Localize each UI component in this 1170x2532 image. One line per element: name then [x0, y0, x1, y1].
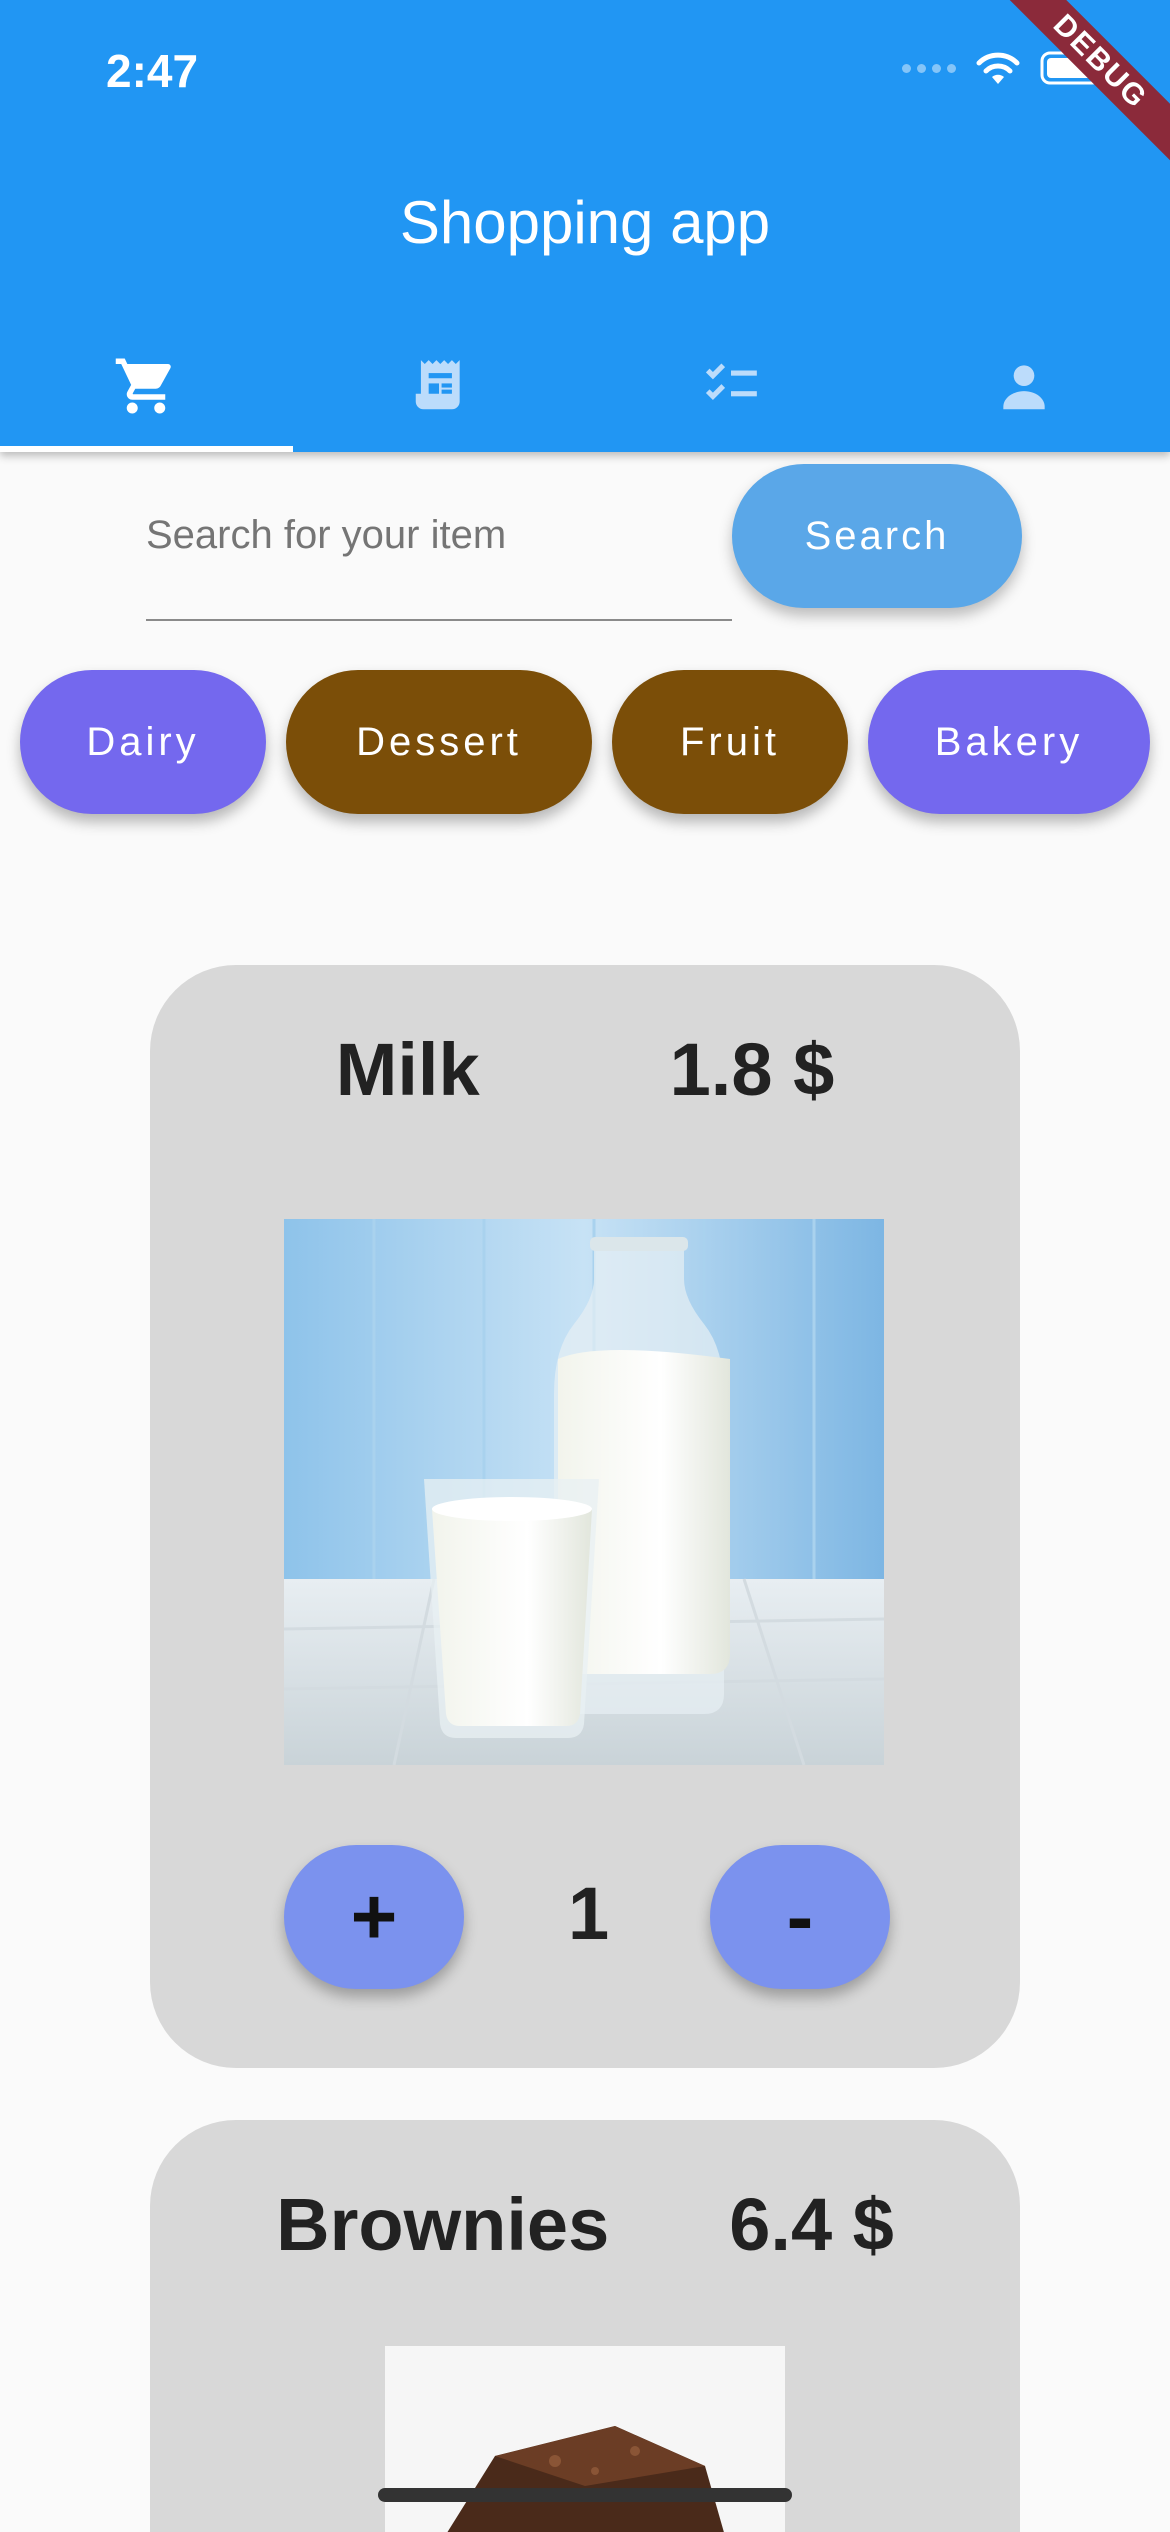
product-name: Milk [335, 1028, 480, 1111]
person-icon [1003, 365, 1045, 410]
increment-button[interactable]: + [284, 1845, 464, 1989]
status-time: 2:47 [106, 45, 199, 97]
chip-dairy[interactable]: Dairy [20, 670, 266, 814]
product-price: 6.4 $ [729, 2183, 894, 2266]
chip-bakery[interactable]: Bakery [868, 670, 1150, 814]
cart-icon [116, 358, 172, 414]
category-chips: Dairy Dessert Fruit Bakery [0, 670, 1170, 814]
wifi-icon [976, 52, 1020, 84]
tab-shop[interactable] [0, 320, 293, 452]
checklist-icon [706, 363, 758, 400]
product-price: 1.8 $ [669, 1028, 835, 1111]
chip-dessert[interactable]: Dessert [286, 670, 592, 814]
tab-bar [0, 320, 1170, 452]
cellular-signal-icon [902, 63, 956, 73]
product-card: Milk 1.8 $ + 1 - [150, 965, 1020, 2068]
tab-checklist[interactable] [585, 320, 878, 452]
product-card: Brownies 6.4 $ [150, 2120, 1020, 2532]
chip-fruit[interactable]: Fruit [612, 670, 848, 814]
decrement-button[interactable]: - [710, 1845, 890, 1989]
search-field[interactable] [146, 465, 732, 621]
debug-banner: DEBUG [972, 0, 1170, 190]
search-button[interactable]: Search [732, 464, 1022, 608]
brownies-image [385, 2346, 785, 2532]
tab-orders[interactable] [293, 320, 586, 452]
tab-profile[interactable] [878, 320, 1170, 452]
page-title: Shopping app [399, 189, 771, 256]
quantity-value: 1 [568, 1872, 610, 1955]
milk-image [284, 1219, 884, 1765]
product-name: Brownies [276, 2183, 610, 2266]
receipt-icon [415, 360, 460, 410]
home-indicator [378, 2488, 792, 2502]
search-input[interactable] [146, 465, 732, 605]
app-bar: 2:47 DEBUG Shopping app [0, 0, 1170, 452]
